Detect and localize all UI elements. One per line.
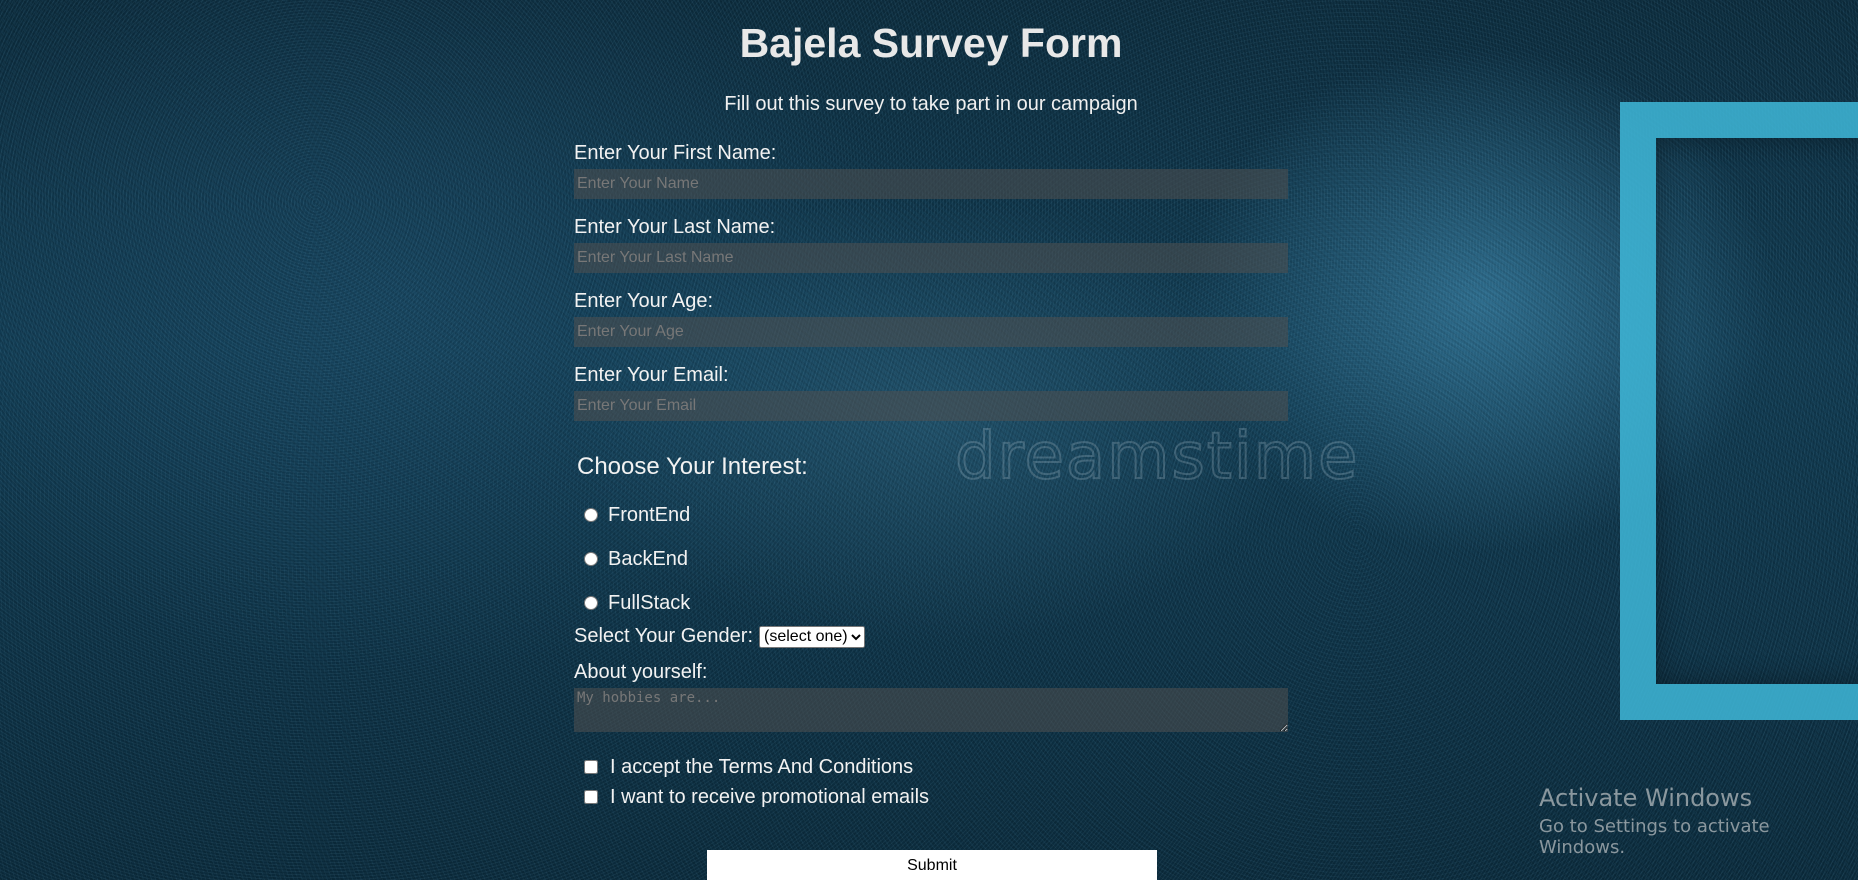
backend-label: BackEnd bbox=[608, 547, 689, 570]
fullstack-radio[interactable] bbox=[584, 596, 598, 610]
interest-option-fullstack: FullStack bbox=[578, 581, 1290, 625]
promo-checkbox[interactable] bbox=[584, 790, 598, 804]
email-label: Enter Your Email: bbox=[574, 364, 729, 386]
gender-row: Select Your Gender: (select one) bbox=[574, 625, 1290, 648]
first-name-label: Enter Your First Name: bbox=[574, 142, 777, 164]
first-name-input[interactable] bbox=[574, 169, 1288, 199]
terms-checkbox[interactable] bbox=[584, 760, 598, 774]
email-input[interactable] bbox=[574, 391, 1288, 421]
background-frame-decoration bbox=[1620, 102, 1858, 720]
age-input[interactable] bbox=[574, 317, 1288, 347]
windows-activation-notice: Activate Windows Go to Settings to activ… bbox=[1539, 784, 1858, 858]
frontend-label: FrontEnd bbox=[608, 503, 691, 526]
frontend-radio[interactable] bbox=[584, 508, 598, 522]
terms-label: I accept the Terms And Conditions bbox=[610, 755, 914, 778]
promo-row: I want to receive promotional emails bbox=[578, 782, 1290, 812]
last-name-label: Enter Your Last Name: bbox=[574, 216, 776, 238]
about-textarea[interactable] bbox=[574, 688, 1288, 732]
activate-windows-title: Activate Windows bbox=[1539, 784, 1753, 812]
gender-label: Select Your Gender: bbox=[574, 625, 754, 647]
activate-windows-hint: Go to Settings to activate Windows. bbox=[1539, 816, 1770, 858]
fullstack-label: FullStack bbox=[608, 591, 691, 614]
about-label: About yourself: bbox=[574, 661, 708, 683]
last-name-input[interactable] bbox=[574, 243, 1288, 273]
promo-label: I want to receive promotional emails bbox=[610, 785, 930, 808]
page-title: Bajela Survey Form bbox=[739, 20, 1123, 66]
page-subtitle: Fill out this survey to take part in our… bbox=[724, 93, 1138, 115]
survey-form: Enter Your First Name: Enter Your Last N… bbox=[574, 141, 1290, 812]
age-label: Enter Your Age: bbox=[574, 290, 714, 312]
gender-select[interactable]: (select one) bbox=[759, 625, 866, 648]
interest-title: Choose Your Interest: bbox=[577, 453, 808, 480]
submit-button[interactable]: Submit bbox=[707, 850, 1157, 880]
interest-option-backend: BackEnd bbox=[578, 537, 1290, 581]
backend-radio[interactable] bbox=[584, 552, 598, 566]
terms-row: I accept the Terms And Conditions bbox=[578, 752, 1290, 782]
interest-option-frontend: FrontEnd bbox=[578, 493, 1290, 537]
